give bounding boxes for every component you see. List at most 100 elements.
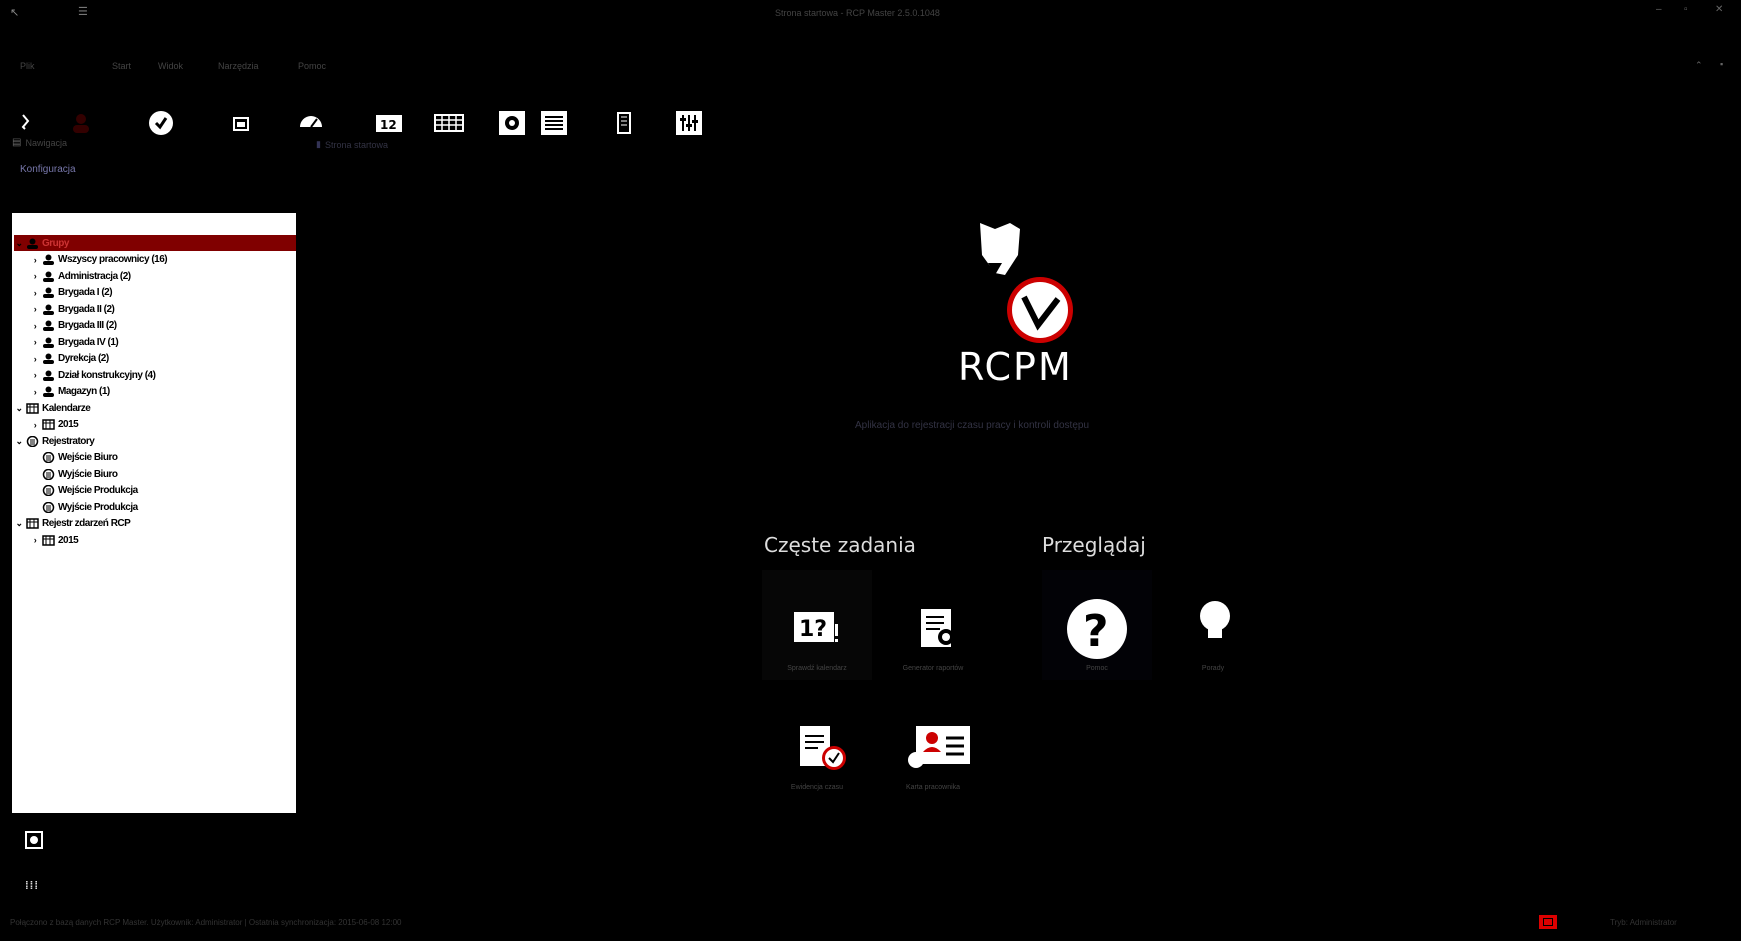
browse-tile-help[interactable]: ? Pomoc	[1042, 570, 1152, 680]
task-tile-timesheet[interactable]: Ewidencja czasu	[762, 686, 872, 796]
tree-item[interactable]: Wejście Biuro	[30, 450, 296, 466]
tree-item[interactable]: › Magazyn (1)	[30, 384, 296, 400]
chevron-right-icon[interactable]: ›	[30, 420, 40, 430]
person-icon	[42, 370, 55, 381]
tree-item-label: 2015	[58, 534, 79, 546]
minimize-icon[interactable]: –	[1656, 4, 1662, 15]
svg-text:?: ?	[1083, 606, 1109, 657]
person-icon	[42, 254, 55, 265]
chevron-right-icon[interactable]: ›	[30, 255, 40, 265]
grid-icon[interactable]	[434, 108, 464, 138]
app-logo-icon: ↖	[10, 7, 20, 19]
tree-item[interactable]: › Brygada I (2)	[30, 285, 296, 301]
tree-item[interactable]: › Dyrekcja (2)	[30, 351, 296, 367]
maximize-icon[interactable]: ▫	[1684, 4, 1688, 15]
nav-icon: ▤	[12, 137, 22, 148]
browse-title: Przeglądaj	[1042, 533, 1146, 557]
tree-item-label: Brygada IV (1)	[58, 336, 119, 348]
tree-item[interactable]: › Brygada III (2)	[30, 318, 296, 334]
tree-item[interactable]: › 2015	[30, 417, 296, 433]
chevron-right-icon[interactable]: ›	[30, 321, 40, 331]
settings-icon[interactable]	[497, 108, 527, 138]
login-icon[interactable]	[10, 108, 40, 138]
task-tile-employee-card[interactable]: Karta pracownika	[878, 686, 988, 796]
tree-item[interactable]: Wyjście Biuro	[30, 466, 296, 482]
tree-item[interactable]: ⌄ Rejestratory	[14, 433, 296, 449]
register-icon	[26, 518, 39, 529]
task-tile-calendar[interactable]: 1? Sprawdź kalendarz	[762, 570, 872, 680]
rcpm-logo-icon	[960, 215, 1080, 355]
collapse-ribbon-icon[interactable]: ⌃	[1695, 60, 1703, 71]
chevron-right-icon[interactable]: ›	[30, 387, 40, 397]
list-icon[interactable]	[539, 108, 569, 138]
chevron-down-icon[interactable]: ⌄	[14, 436, 24, 447]
group-icon	[26, 238, 39, 249]
person-icon	[42, 271, 55, 282]
person-icon	[42, 320, 55, 331]
help-icon: ?	[1064, 596, 1130, 667]
recorder-icon	[26, 435, 39, 447]
quick-access-icon[interactable]: ☰	[78, 5, 88, 18]
tree-item[interactable]: › 2015	[30, 532, 296, 548]
tree-item-label: Brygada III (2)	[58, 320, 117, 331]
config-link[interactable]: Konfiguracja	[20, 164, 76, 175]
chevron-down-icon[interactable]: ⌄	[14, 403, 24, 414]
building-icon[interactable]	[609, 108, 639, 138]
clock-check-icon[interactable]	[146, 108, 176, 138]
browse-label: Porady	[1201, 665, 1225, 672]
browse-tile-tips[interactable]: Porady	[1158, 570, 1268, 680]
chevron-right-icon[interactable]: ›	[30, 354, 40, 364]
calendar-icon[interactable]	[226, 108, 256, 138]
calendar-12-icon[interactable]: 12	[374, 108, 404, 138]
chevron-right-icon[interactable]: ›	[30, 304, 40, 314]
tree-item[interactable]: › Administracja (2)	[30, 268, 296, 284]
chevron-right-icon[interactable]: ›	[30, 370, 40, 380]
tree-item-label: Brygada II (2)	[58, 303, 115, 315]
tree-item[interactable]: ⌄ Grupy	[14, 235, 296, 251]
user-icon[interactable]	[66, 108, 96, 138]
tree-item-label: Wejście Produkcja	[58, 485, 138, 496]
recorder-icon	[42, 451, 55, 464]
tree-item[interactable]: Wyjście Produkcja	[30, 499, 296, 515]
tree-item[interactable]: › Brygada IV (1)	[30, 334, 296, 350]
tree-item-label: Wszyscy pracownicy (16)	[58, 254, 168, 265]
status-right-text: Tryb: Administrator	[1610, 918, 1677, 927]
tree-item[interactable]: Wejście Produkcja	[30, 483, 296, 499]
chevron-right-icon[interactable]: ›	[30, 337, 40, 347]
task-label: Generator raportów	[902, 665, 964, 672]
chevron-right-icon[interactable]: ›	[30, 271, 40, 281]
tree-item[interactable]: › Dział konstrukcyjny (4)	[30, 367, 296, 383]
home-icon: ▮	[316, 139, 321, 149]
recorder-icon	[42, 468, 55, 480]
tree-item-label: Kalendarze	[42, 402, 91, 414]
task-label: Sprawdź kalendarz	[787, 665, 847, 672]
close-icon[interactable]: ✕	[1715, 4, 1723, 15]
sliders-icon[interactable]	[674, 108, 704, 138]
chevron-right-icon[interactable]: ›	[30, 535, 40, 545]
tree-item[interactable]: › Brygada II (2)	[30, 301, 296, 317]
start-tab[interactable]: ▮ Strona startowa	[316, 139, 388, 150]
refresh-icon[interactable]	[24, 830, 44, 855]
chevron-right-icon[interactable]: ›	[30, 288, 40, 298]
help-small-icon[interactable]: ▪	[1720, 59, 1723, 69]
tree-search-input[interactable]	[12, 213, 296, 229]
tree-item[interactable]: › Wszyscy pracownicy (16)	[30, 252, 296, 268]
person-icon	[42, 353, 55, 364]
svg-text:12: 12	[380, 118, 397, 132]
tree-item[interactable]: ⌄ Rejestr zdarzeń RCP	[14, 516, 296, 532]
register-icon	[42, 534, 55, 546]
nav-header: ▤ Nawigacja	[12, 137, 67, 148]
tree-item-label: Administracja (2)	[58, 270, 131, 282]
nav-header-label: Nawigacja	[25, 137, 67, 148]
person-icon	[42, 386, 55, 397]
chevron-down-icon[interactable]: ⌄	[14, 238, 24, 249]
tree-item-label: Rejestratory	[42, 435, 95, 447]
chevron-down-icon[interactable]: ⌄	[14, 518, 24, 529]
tree-item[interactable]: ⌄ Kalendarze	[14, 400, 296, 416]
task-tile-reports[interactable]: Generator raportów	[878, 570, 988, 680]
ribbon-toolbar: 12	[0, 52, 760, 135]
clipboard-clock-icon	[798, 722, 848, 777]
dashboard-icon[interactable]	[296, 108, 326, 138]
more-options-icon[interactable]: ⁞⁞⁞	[25, 880, 39, 892]
notification-icon[interactable]	[1539, 915, 1557, 929]
